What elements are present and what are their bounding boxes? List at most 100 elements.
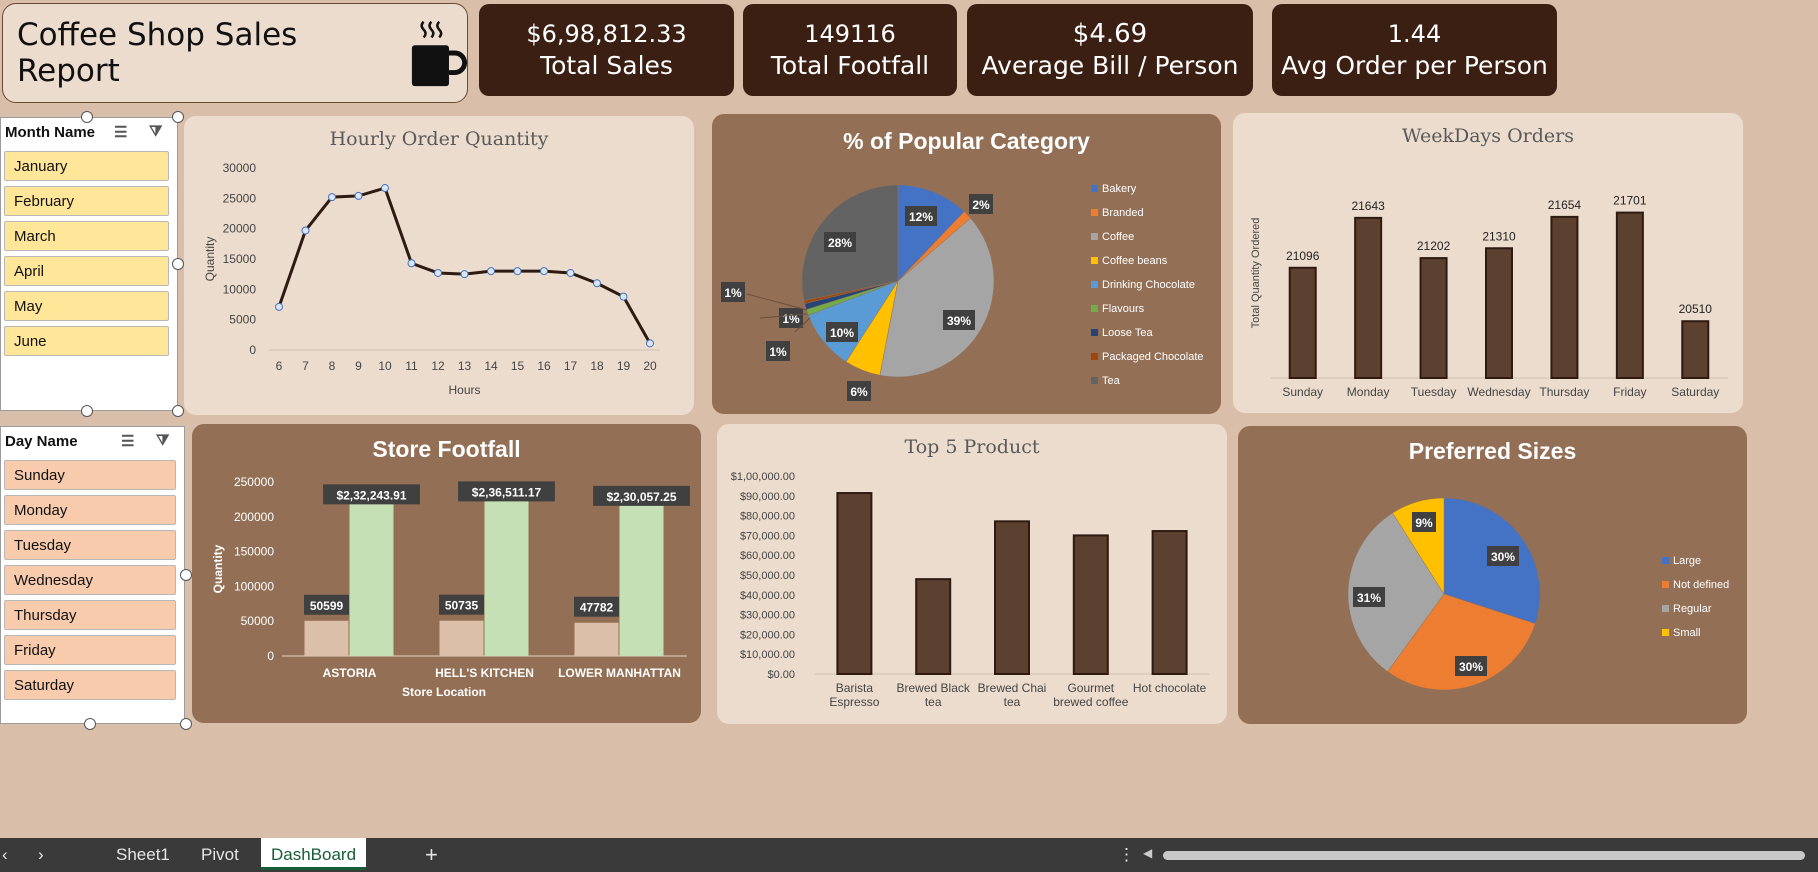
legend-swatch <box>1091 305 1098 312</box>
slicer-item-monday[interactable]: Monday <box>4 495 176 525</box>
slicer-item-tuesday[interactable]: Tuesday <box>4 530 176 560</box>
data-point <box>566 268 575 277</box>
resize-handle[interactable] <box>172 405 184 417</box>
resize-handle[interactable] <box>172 111 184 123</box>
slicer-title: Day Name <box>5 432 78 450</box>
hourly-order-panel: Hourly Order Quantity 0 5000 10000 15000 200… <box>184 116 694 415</box>
data-label: 28% <box>828 236 852 250</box>
legend-label: Branded <box>1102 207 1144 219</box>
legend-item: Coffee <box>1091 225 1204 249</box>
bar <box>915 578 952 676</box>
y-tick-label: $40,000.00 <box>740 590 795 602</box>
y-tick-label: 100000 <box>234 579 274 593</box>
data-point <box>513 267 522 276</box>
y-tick-label: 30000 <box>223 161 257 175</box>
legend-swatch <box>1662 629 1669 636</box>
slicer-item-may[interactable]: May <box>4 291 169 321</box>
x-tick-label: 17 <box>564 359 578 373</box>
bar <box>1681 320 1710 379</box>
bar <box>1615 211 1644 379</box>
add-sheet-button[interactable]: + <box>425 838 438 872</box>
kpi-label: Total Sales <box>540 51 673 80</box>
clear-filter-icon[interactable]: ⧩ <box>149 123 162 140</box>
y-tick-label: 150000 <box>234 545 274 559</box>
kpi-value: 1.44 <box>1387 20 1442 48</box>
slicer-item-march[interactable]: March <box>4 221 169 251</box>
y-axis-title: Total Quantity Ordered <box>1250 218 1262 329</box>
y-tick-label: $90,000.00 <box>740 491 795 503</box>
legend-swatch <box>1091 257 1098 264</box>
legend-item: Drinking Chocolate <box>1091 273 1204 297</box>
slicer-item-saturday[interactable]: Saturday <box>4 670 176 700</box>
x-tick-label: Brewed Chai <box>978 681 1047 695</box>
data-label: 2% <box>972 198 990 212</box>
top5-bar-chart: $0.00 $10,000.00 $20,000.00 $30,000.00 $40,0… <box>731 471 1209 709</box>
data-label: 50599 <box>310 599 344 613</box>
data-label: $2,32,243.91 <box>336 488 406 502</box>
scroll-right-icon[interactable]: › <box>38 838 44 872</box>
y-tick-label: 20000 <box>223 222 257 236</box>
slicer-item-friday[interactable]: Friday <box>4 635 176 665</box>
y-tick-label: 250000 <box>234 475 274 489</box>
legend-label: Small <box>1673 627 1701 639</box>
data-label: 1% <box>724 286 742 300</box>
y-tick-label: 25000 <box>223 191 257 205</box>
multi-select-icon[interactable]: ☰ <box>114 123 127 141</box>
slicer-item-sunday[interactable]: Sunday <box>4 460 176 490</box>
x-tick-label: 9 <box>355 359 362 373</box>
data-point <box>381 184 389 193</box>
slicer-item-thursday[interactable]: Thursday <box>4 600 176 630</box>
slicer-item-june[interactable]: June <box>4 326 169 356</box>
legend-label: Coffee beans <box>1102 255 1168 267</box>
data-label: 9% <box>1415 516 1433 530</box>
slicer-item-january[interactable]: January <box>4 151 169 181</box>
bar <box>836 492 873 675</box>
horizontal-scrollbar[interactable]: ◀ <box>1143 846 1811 863</box>
kpi-total-footfall: 149116 Total Footfall <box>743 4 957 96</box>
resize-handle[interactable] <box>180 718 192 730</box>
scrollbar-thumb[interactable] <box>1163 851 1805 860</box>
resize-handle[interactable] <box>180 569 192 581</box>
data-label: 1% <box>769 345 787 359</box>
resize-handle[interactable] <box>81 111 93 123</box>
tab-sheet1[interactable]: Sheet1 <box>116 838 170 872</box>
clear-filter-icon[interactable]: ⧩ <box>156 432 169 449</box>
slicer-item-april[interactable]: April <box>4 256 169 286</box>
data-label: $2,36,511.17 <box>472 485 542 499</box>
x-tick-label: tea <box>1004 695 1021 709</box>
x-tick-label: 18 <box>590 359 604 373</box>
legend-item: Regular <box>1662 597 1729 621</box>
legend-item: Bakery <box>1091 177 1204 201</box>
legend-item: Flavours <box>1091 297 1204 321</box>
weekdays-bar-chart: 21096 Sunday 21643 Monday 21202 Tuesday 21310 W… <box>1250 194 1728 399</box>
legend-item: Large <box>1662 549 1729 573</box>
y-tick-label: $80,000.00 <box>740 511 795 523</box>
x-tick-label: 6 <box>276 359 283 373</box>
x-tick-label: Barista <box>836 681 874 695</box>
multi-select-icon[interactable]: ☰ <box>121 432 134 450</box>
scroll-left-arrow-icon[interactable]: ◀ <box>1143 846 1152 860</box>
x-tick-label: Brewed Black <box>897 681 971 695</box>
x-tick-label: 12 <box>431 359 445 373</box>
day-slicer[interactable]: Day Name ☰ ⧩ Sunday Monday Tuesday Wedne… <box>0 426 185 724</box>
tab-dashboard[interactable]: DashBoard <box>261 838 367 870</box>
slicer-item-february[interactable]: February <box>4 186 169 216</box>
month-slicer[interactable]: Month Name ☰ ⧩ January February March Ap… <box>0 117 178 411</box>
resize-handle[interactable] <box>84 718 96 730</box>
resize-handle[interactable] <box>81 405 93 417</box>
y-tick-label: 15000 <box>223 252 257 266</box>
x-tick-label: HELL'S KITCHEN <box>435 666 534 680</box>
scroll-left-icon[interactable]: ‹ <box>0 838 10 872</box>
resize-handle[interactable] <box>172 258 184 270</box>
tab-pivot[interactable]: Pivot <box>201 838 239 872</box>
y-tick-label: 10000 <box>223 282 257 296</box>
bar <box>484 491 529 656</box>
x-tick-label: 8 <box>329 359 336 373</box>
store-footfall-panel: Store Footfall 0 50000 100000 150000 200000 2… <box>192 424 701 723</box>
slicer-item-wednesday[interactable]: Wednesday <box>4 565 176 595</box>
more-options-icon[interactable]: ⋮ <box>1118 838 1135 872</box>
y-axis-title: Quantity <box>211 544 225 593</box>
legend-swatch <box>1091 185 1098 192</box>
data-label: 47782 <box>580 601 614 615</box>
bar <box>439 620 484 656</box>
